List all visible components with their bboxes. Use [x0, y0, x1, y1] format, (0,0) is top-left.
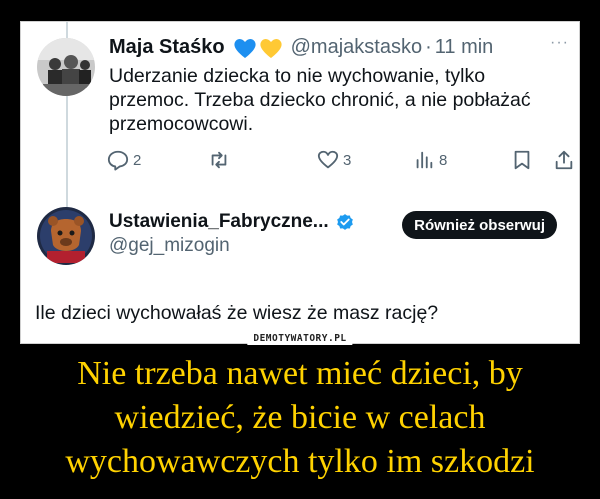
yellow-heart-icon [260, 38, 282, 58]
caption-line: wychowawczych tylko im szkodzi [65, 443, 535, 480]
author-handle[interactable]: @gej_mizogin [109, 235, 355, 257]
avatar-maja[interactable] [37, 38, 95, 96]
bookmark-icon [514, 150, 530, 170]
tweet2-text: Ile dzieci wychowałaś że wiesz że masz r… [35, 302, 439, 324]
caption-line: Nie trzeba nawet mieć dzieci, by [77, 355, 523, 392]
blue-heart-icon [234, 38, 256, 58]
reply-button[interactable]: 2 [107, 149, 141, 171]
caption-line: wiedzieć, że bicie w celach [114, 399, 486, 436]
verified-badge-icon [336, 214, 353, 230]
views-icon [416, 151, 433, 169]
more-options-icon[interactable]: ··· [550, 34, 569, 52]
views-count: 8 [439, 151, 448, 169]
caption: Nie trzeba nawet mieć dzieci, by wiedzie… [0, 352, 600, 484]
watermark: DEMOTYWATORY.PL [247, 332, 353, 345]
like-count: 3 [343, 151, 352, 169]
like-button[interactable]: 3 [317, 149, 351, 171]
tweet1-actions: 2 3 8 [107, 147, 573, 173]
timestamp[interactable]: 11 min [435, 36, 494, 59]
author-name[interactable]: Maja Staśko [109, 36, 225, 59]
views-button[interactable]: 8 [413, 149, 447, 171]
tweet2-header: Ustawienia_Fabryczne... @gej_mizogin [109, 211, 355, 257]
separator: · [425, 36, 432, 58]
repost-button[interactable] [207, 149, 235, 171]
bookmark-button[interactable] [511, 149, 533, 171]
repost-icon [211, 151, 227, 169]
author-handle[interactable]: @majakstasko [291, 36, 422, 59]
reply-count: 2 [133, 151, 142, 169]
tweet-screenshot: Maja Staśko @majakstasko · 11 min ··· Ud… [20, 21, 580, 344]
like-icon [317, 150, 339, 169]
share-icon [555, 150, 573, 170]
author-name[interactable]: Ustawienia_Fabryczne... [109, 211, 329, 233]
follow-back-button[interactable]: Również obserwuj [402, 211, 557, 239]
avatar-ustawienia[interactable] [37, 207, 95, 265]
emoji-hearts [233, 37, 283, 59]
tweet1-header: Maja Staśko @majakstasko · 11 min [109, 36, 493, 59]
share-button[interactable] [553, 149, 575, 171]
tweet1-text: Uderzanie dziecka to nie wychowanie, tyl… [109, 65, 531, 135]
reply-icon [107, 150, 129, 171]
